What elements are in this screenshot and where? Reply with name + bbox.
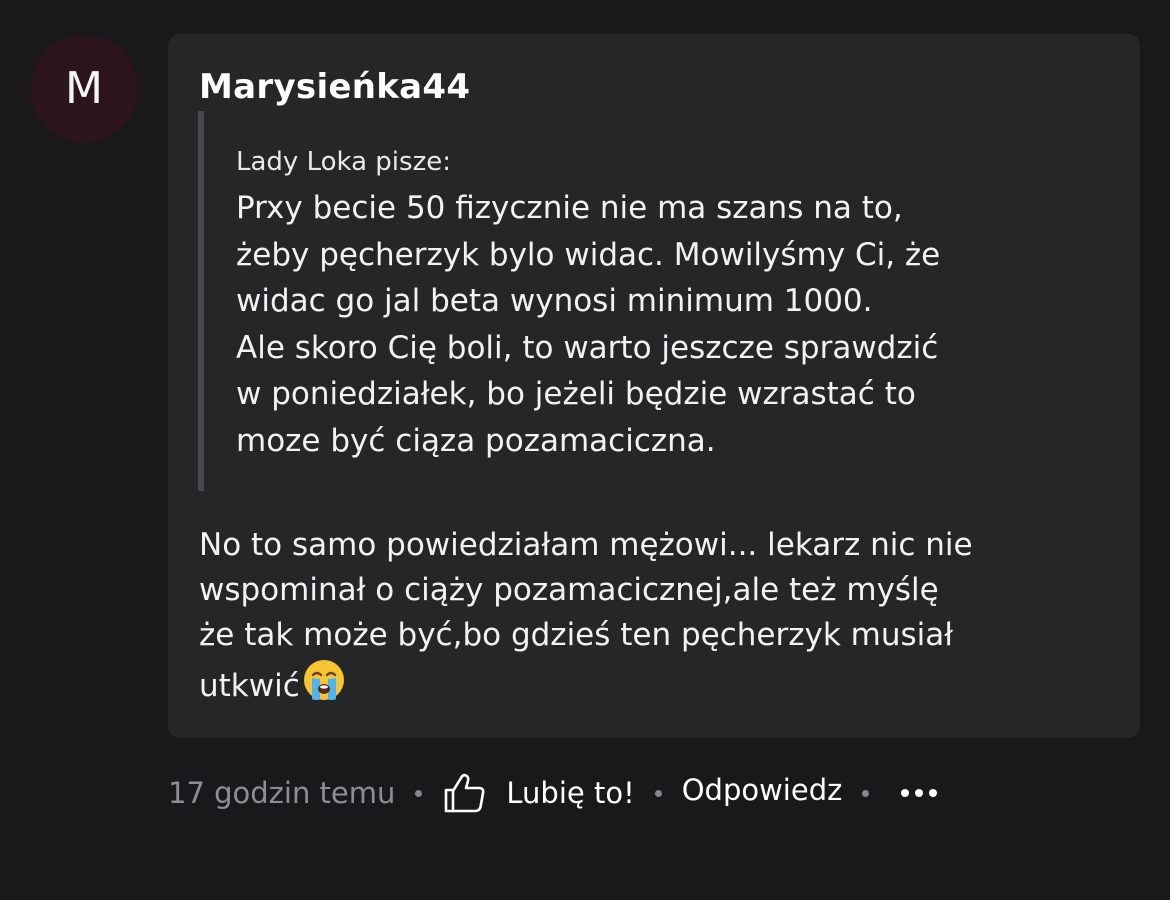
author-name[interactable]: Marysieńka44 — [199, 67, 470, 107]
comment-bubble: Marysieńka44 Lady Loka pisze: Prxy becie… — [168, 34, 1140, 738]
comment-actions: 17 godzin temu Lubię to! Odpowiedz — [168, 766, 938, 820]
quote-line: żeby pęcherzyk bylo widac. Mowilyśmy Ci,… — [236, 236, 941, 273]
body-line-last: utkwić — [199, 658, 1129, 709]
quote-text: Prxy becie 50 fizycznie nie ma szans na … — [236, 185, 1096, 464]
quote-block: Lady Loka pisze: Prxy becie 50 fizycznie… — [198, 111, 1084, 491]
quote-line: Ale skoro Cię boli, to warto jeszcze spr… — [236, 329, 939, 366]
like-label: Lubię to! — [506, 776, 635, 810]
like-button[interactable]: Lubię to! — [442, 770, 635, 816]
comment-body: No to samo powiedziałam mężowi... lekarz… — [199, 523, 1129, 709]
more-dot — [915, 789, 924, 797]
more-dot — [901, 789, 910, 797]
timestamp[interactable]: 17 godzin temu — [168, 776, 395, 810]
body-line: No to samo powiedziałam mężowi... lekarz… — [199, 527, 973, 563]
quote-source: Lady Loka pisze: — [236, 147, 451, 177]
body-line: że tak może być,bo gdzieś ten pęcherzyk … — [199, 617, 954, 653]
separator-dot — [862, 789, 870, 797]
comment-page: M Marysieńka44 Lady Loka pisze: Prxy bec… — [0, 0, 1170, 900]
quote-line: Prxy becie 50 fizycznie nie ma szans na … — [236, 190, 903, 226]
body-line: utkwić — [199, 668, 300, 704]
avatar[interactable]: M — [30, 35, 138, 143]
more-dot — [929, 789, 938, 797]
separator-dot — [654, 789, 662, 797]
reply-button[interactable]: Odpowiedz — [682, 773, 843, 807]
body-line: wspominał o ciąży pozamacicznej,ale też … — [199, 572, 939, 608]
quote-line: widac go jal beta wynosi minimum 1000. — [236, 283, 873, 319]
more-options-icon[interactable] — [901, 789, 938, 797]
separator-dot — [415, 789, 423, 797]
quote-line: moze być ciąza pozamaciczna. — [236, 422, 716, 459]
thumbs-up-icon — [445, 773, 485, 813]
quote-line: w poniedziałek, bo jeżeli będzie wzrasta… — [236, 376, 916, 412]
loudly-crying-face-emoji — [303, 660, 344, 700]
